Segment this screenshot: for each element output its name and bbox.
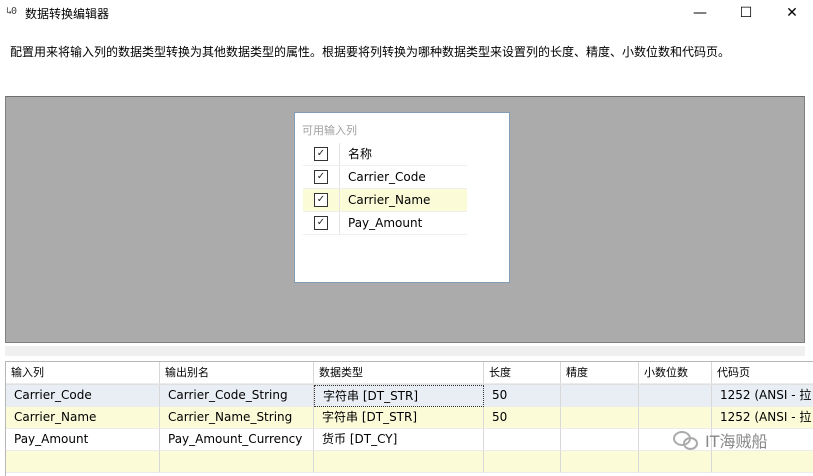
code-page-cell[interactable]: 1252 (ANSI - 拉	[712, 407, 813, 429]
close-button[interactable]: ✕	[769, 0, 813, 26]
data-type-cell[interactable]: 字符串 [DT_STR]	[314, 385, 484, 407]
scale-cell[interactable]	[639, 407, 712, 429]
header-code-page[interactable]: 代码页	[712, 362, 813, 384]
empty-cell[interactable]	[484, 451, 561, 473]
select-all-checkbox[interactable]: ✓	[314, 147, 328, 161]
code-page-cell[interactable]: 1252 (ANSI - 拉	[712, 385, 813, 407]
close-icon: ✕	[786, 5, 798, 21]
empty-cell[interactable]	[160, 451, 314, 473]
grid-row-empty[interactable]	[6, 451, 813, 473]
description-text: 配置用来将输入列的数据类型转换为其他数据类型的属性。根据要将列转换为哪种数据类型…	[10, 45, 731, 59]
minimize-button[interactable]: —	[677, 0, 723, 26]
header-precision[interactable]: 精度	[561, 362, 639, 384]
maximize-icon: ☐	[739, 5, 753, 21]
data-conversion-icon: ↳0	[6, 6, 17, 17]
data-type-cell[interactable]: 货币 [DT_CY]	[314, 429, 484, 451]
data-type-cell[interactable]: 字符串 [DT_STR]	[314, 407, 484, 429]
empty-cell[interactable]	[561, 451, 639, 473]
precision-cell[interactable]	[561, 385, 639, 407]
watermark: IT海贼船	[673, 428, 768, 452]
available-input-columns-box[interactable]: 可用输入列 ✓ 名称 ✓ Carrier_Code ✓ Carrier_Name…	[294, 112, 510, 283]
empty-cell[interactable]	[639, 451, 712, 473]
name-column-header: 名称	[348, 147, 373, 161]
column-row-carrier-name[interactable]: ✓ Carrier_Name	[303, 189, 467, 212]
conversion-grid: 输入列 输出别名 数据类型 长度 精度 小数位数 代码页 Carrier_Cod…	[5, 361, 813, 476]
column-row-pay-amount[interactable]: ✓ Pay_Amount	[303, 212, 467, 235]
available-columns-list: ✓ 名称 ✓ Carrier_Code ✓ Carrier_Name ✓ Pay…	[303, 143, 467, 235]
input-column-cell[interactable]: Carrier_Code	[6, 385, 160, 407]
length-cell[interactable]: 50	[484, 407, 561, 429]
header-data-type[interactable]: 数据类型	[314, 362, 484, 384]
window-title: 数据转换编辑器	[25, 7, 110, 21]
header-scale[interactable]: 小数位数	[639, 362, 712, 384]
maximize-button[interactable]: ☐	[723, 0, 769, 26]
input-column-cell[interactable]: Pay_Amount	[6, 429, 160, 451]
empty-cell[interactable]	[314, 451, 484, 473]
carrier-code-checkbox[interactable]: ✓	[314, 170, 328, 184]
wechat-icon	[673, 431, 698, 450]
splitter[interactable]	[5, 346, 805, 356]
grid-row[interactable]: Carrier_Name Carrier_Name_String 字符串 [DT…	[6, 407, 813, 429]
grid-row[interactable]: Carrier_Code Carrier_Code_String 字符串 [DT…	[6, 385, 813, 407]
length-cell[interactable]	[484, 429, 561, 451]
header-output-alias[interactable]: 输出别名	[160, 362, 314, 384]
scale-cell[interactable]	[639, 385, 712, 407]
length-cell[interactable]: 50	[484, 385, 561, 407]
pay-amount-checkbox[interactable]: ✓	[314, 216, 328, 230]
header-length[interactable]: 长度	[484, 362, 561, 384]
precision-cell[interactable]	[561, 407, 639, 429]
grid-header: 输入列 输出别名 数据类型 长度 精度 小数位数 代码页	[6, 362, 813, 385]
column-row-carrier-code[interactable]: ✓ Carrier_Code	[303, 166, 467, 189]
available-columns-title: 可用输入列	[302, 124, 357, 137]
minimize-icon: —	[693, 5, 707, 21]
output-alias-cell[interactable]: Pay_Amount_Currency	[160, 429, 314, 451]
column-name: Carrier_Code	[348, 170, 426, 184]
header-input-column[interactable]: 输入列	[6, 362, 160, 384]
input-column-cell[interactable]: Carrier_Name	[6, 407, 160, 429]
output-alias-cell[interactable]: Carrier_Code_String	[160, 385, 314, 407]
precision-cell[interactable]	[561, 429, 639, 451]
output-alias-cell[interactable]: Carrier_Name_String	[160, 407, 314, 429]
empty-cell[interactable]	[6, 451, 160, 473]
available-columns-header: ✓ 名称	[303, 143, 467, 166]
empty-cell[interactable]	[712, 451, 813, 473]
carrier-name-checkbox[interactable]: ✓	[314, 193, 328, 207]
watermark-text: IT海贼船	[705, 432, 768, 451]
column-name: Carrier_Name	[348, 193, 431, 207]
column-name: Pay_Amount	[348, 216, 423, 230]
title-bar: ↳0 数据转换编辑器 — ☐ ✕	[0, 0, 813, 26]
